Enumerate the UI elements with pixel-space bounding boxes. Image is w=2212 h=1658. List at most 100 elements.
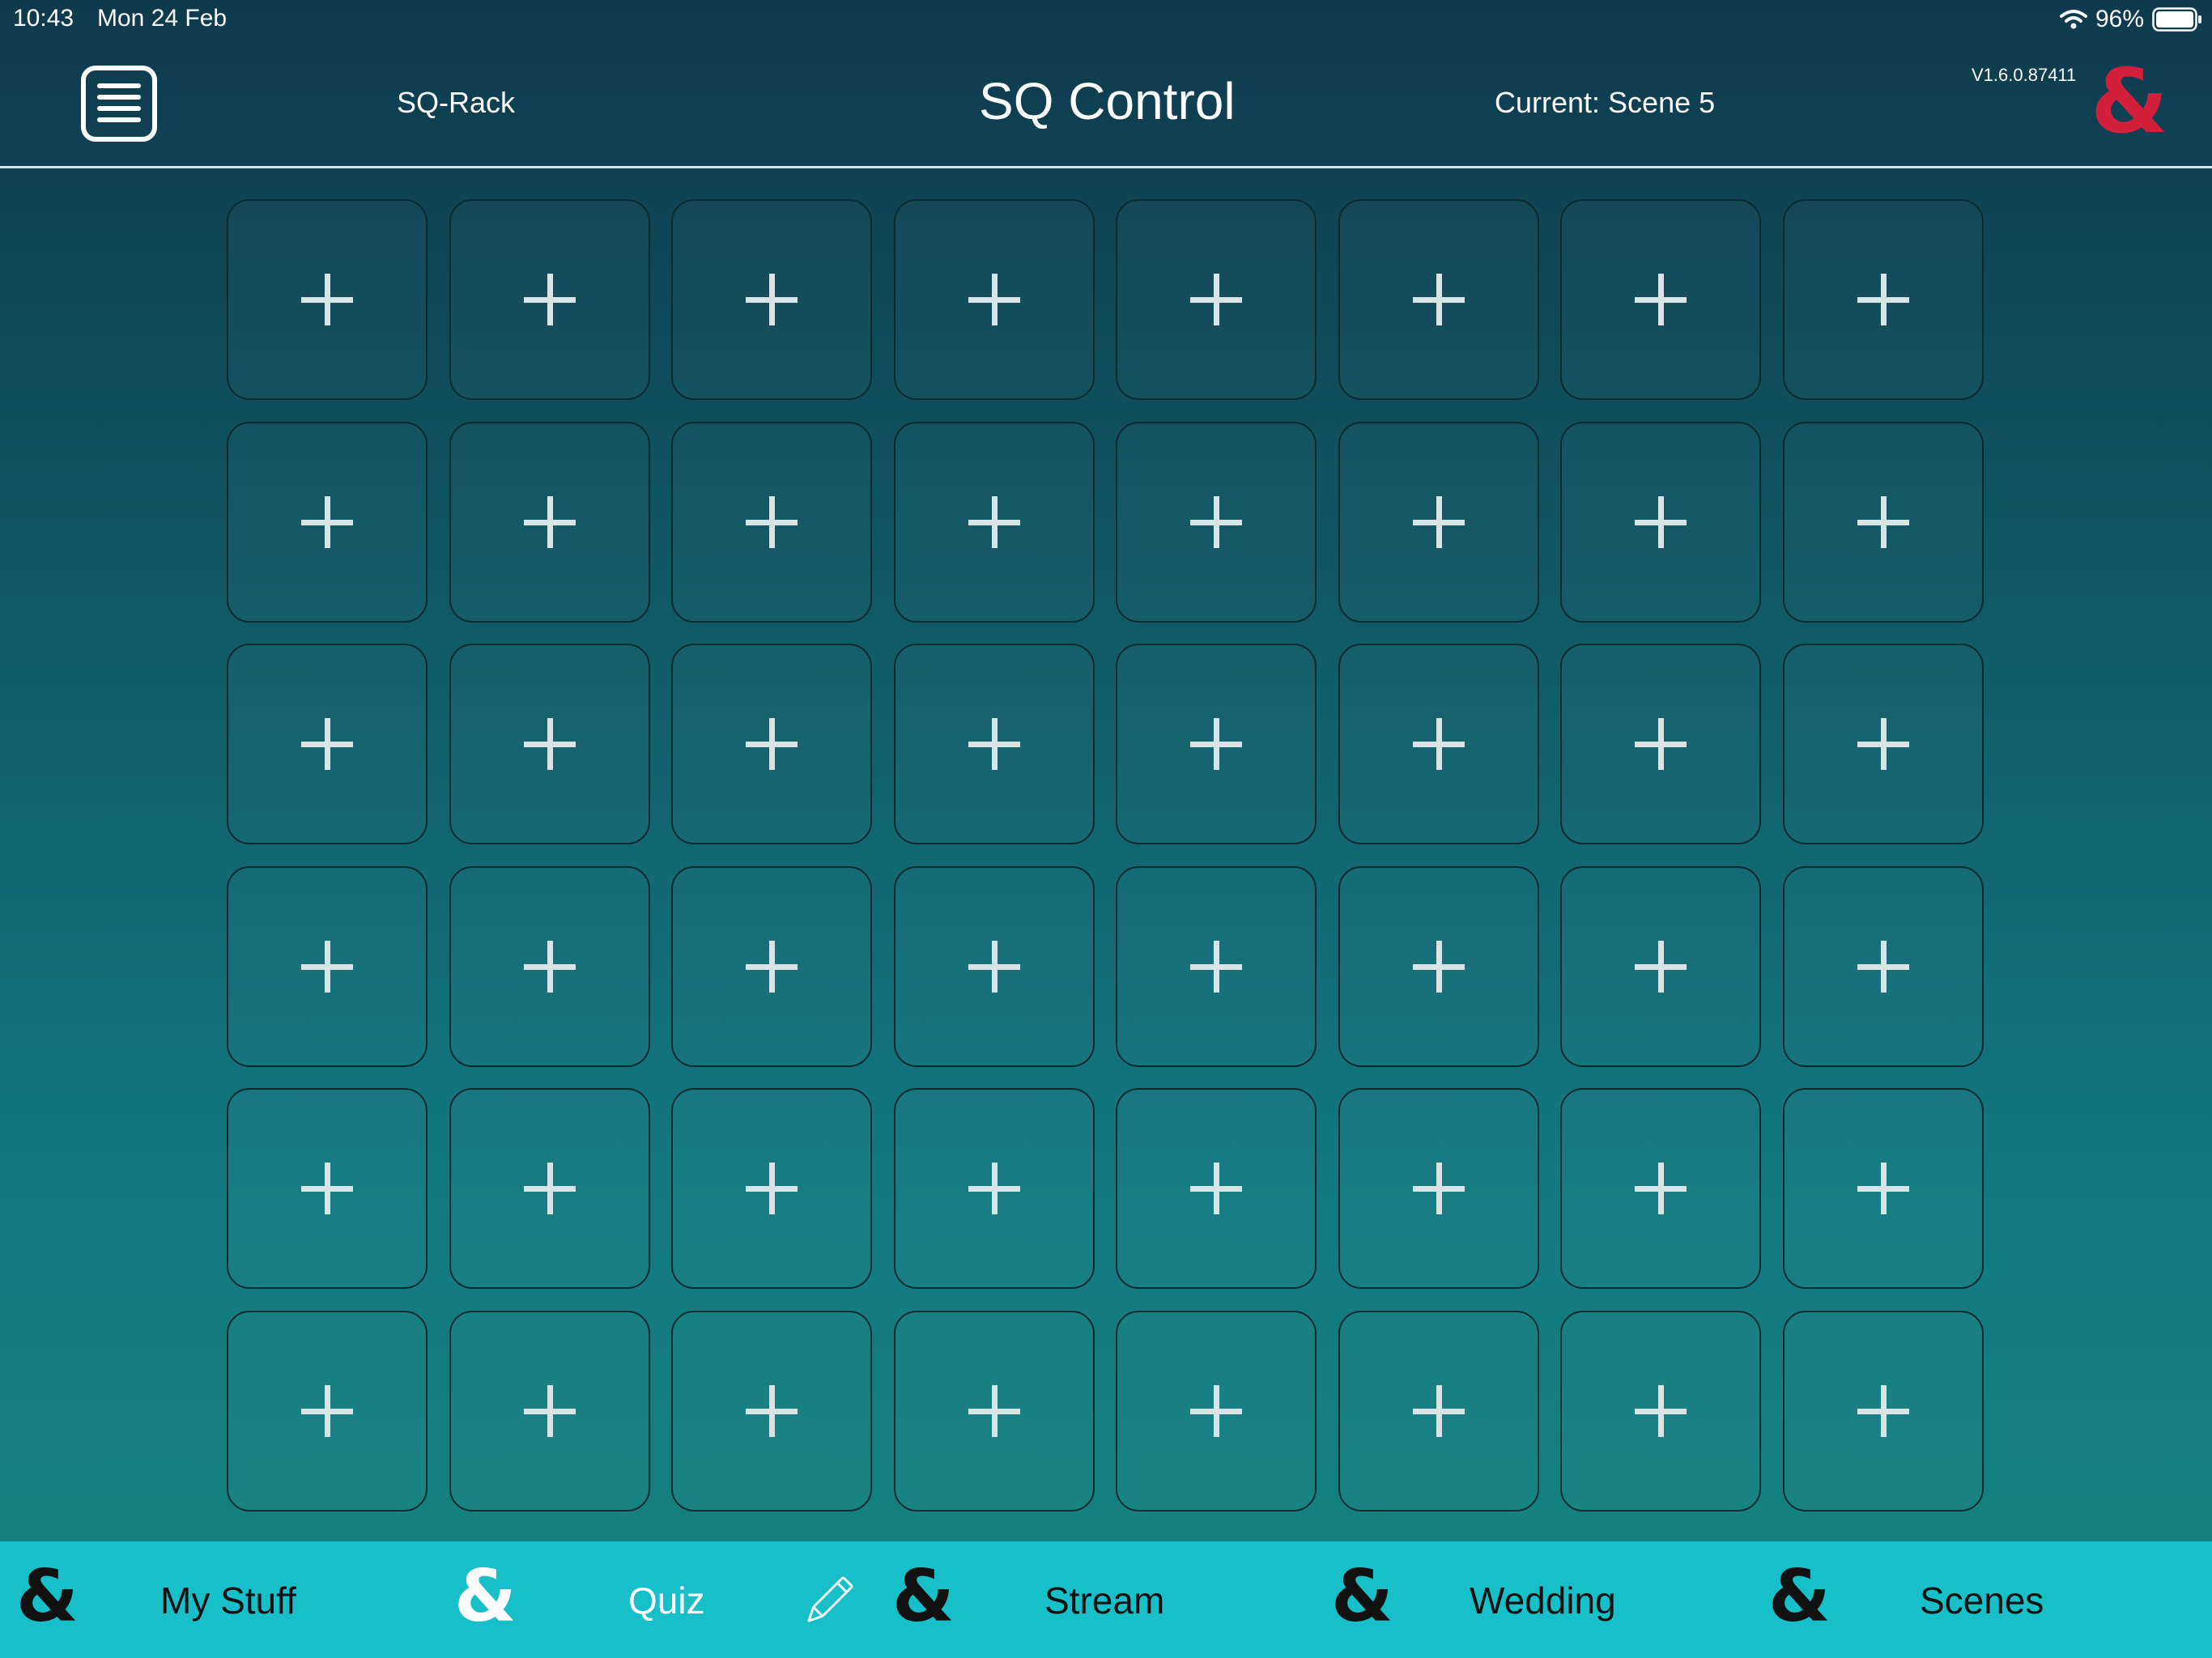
add-button-slot[interactable] (671, 1310, 872, 1511)
add-button-slot[interactable] (1560, 199, 1761, 400)
version-label: V1.6.0.87411 (1972, 65, 2077, 85)
add-button-slot[interactable] (449, 644, 650, 844)
add-button-slot[interactable] (1782, 1088, 1984, 1289)
add-button-slot[interactable] (1338, 1310, 1539, 1511)
add-button-slot[interactable] (227, 644, 428, 844)
add-button-slot[interactable] (1560, 1088, 1761, 1289)
tab-stream[interactable]: Stream (1044, 1579, 1164, 1622)
add-button-slot[interactable] (1782, 421, 1984, 623)
add-button-slot[interactable] (227, 421, 428, 623)
add-button-slot[interactable] (1782, 644, 1984, 844)
device-name[interactable]: SQ-Rack (397, 86, 515, 120)
add-button-slot[interactable] (1560, 865, 1761, 1067)
plus-icon (1190, 718, 1242, 770)
tab-my-stuff[interactable]: My Stuff (160, 1579, 296, 1622)
plus-icon (1412, 718, 1465, 770)
wifi-icon (2059, 9, 2087, 30)
add-button-slot[interactable] (1560, 644, 1761, 844)
plus-icon (1635, 495, 1687, 548)
add-button-slot[interactable] (449, 1310, 650, 1511)
plus-icon (301, 940, 353, 993)
add-button-slot[interactable] (1116, 865, 1317, 1067)
add-button-slot[interactable] (671, 865, 872, 1067)
add-button-slot[interactable] (227, 199, 428, 400)
add-button-slot[interactable] (1116, 1310, 1317, 1511)
plus-icon (1635, 718, 1687, 770)
status-bar: 10:43 Mon 24 Feb 96% (0, 0, 2212, 40)
add-button-slot[interactable] (1116, 1088, 1317, 1289)
plus-icon (968, 495, 1020, 548)
add-button-slot[interactable] (1338, 865, 1539, 1067)
add-button-slot[interactable] (449, 199, 650, 400)
tab-logo-stream[interactable]: & (892, 1561, 955, 1632)
add-button-slot[interactable] (449, 421, 650, 623)
plus-icon (1412, 940, 1465, 993)
add-button-slot[interactable] (227, 865, 428, 1067)
plus-icon (523, 718, 576, 770)
add-button-slot[interactable] (1116, 421, 1317, 623)
add-button-slot[interactable] (893, 1310, 1095, 1511)
add-button-slot[interactable] (893, 644, 1095, 844)
plus-icon (1857, 940, 1909, 993)
add-button-slot[interactable] (227, 1088, 428, 1289)
add-button-slot[interactable] (671, 1088, 872, 1289)
current-scene-label: Current: Scene 5 (1495, 86, 1716, 119)
add-button-slot[interactable] (1560, 421, 1761, 623)
page-title: SQ Control (979, 72, 1236, 130)
add-button-slot[interactable] (671, 644, 872, 844)
tab-scenes[interactable]: Scenes (1920, 1579, 2044, 1622)
plus-icon (1857, 1163, 1909, 1214)
add-button-slot[interactable] (449, 865, 650, 1067)
add-button-slot[interactable] (1116, 199, 1317, 400)
add-button-slot[interactable] (1338, 199, 1539, 400)
plus-icon (1635, 1384, 1687, 1437)
tab-logo-my-stuff[interactable]: & (16, 1561, 79, 1632)
add-button-slot[interactable] (1338, 1088, 1539, 1289)
add-button-slot[interactable] (893, 1088, 1095, 1289)
plus-icon (968, 940, 1020, 993)
tab-logo-quiz[interactable]: & (454, 1561, 517, 1632)
plus-icon (746, 718, 798, 770)
tab-logo-wedding[interactable]: & (1331, 1561, 1393, 1632)
plus-icon (968, 274, 1020, 325)
add-button-slot[interactable] (1782, 1310, 1984, 1511)
add-button-slot[interactable] (671, 199, 872, 400)
plus-icon (301, 1163, 353, 1214)
plus-icon (746, 1163, 798, 1214)
plus-icon (1412, 495, 1465, 548)
plus-icon (1190, 274, 1242, 325)
add-button-slot[interactable] (1782, 199, 1984, 400)
plus-icon (1635, 274, 1687, 325)
app-header: SQ-Rack SQ Control Current: Scene 5 V1.6… (0, 40, 2212, 168)
add-button-slot[interactable] (227, 1310, 428, 1511)
plus-icon (523, 1384, 576, 1437)
add-button-slot[interactable] (1338, 421, 1539, 623)
add-button-slot[interactable] (1338, 644, 1539, 844)
add-button-slot[interactable] (1116, 644, 1317, 844)
tab-wedding[interactable]: Wedding (1470, 1579, 1616, 1622)
plus-icon (1412, 1163, 1465, 1214)
plus-icon (746, 1384, 798, 1437)
add-button-slot[interactable] (671, 421, 872, 623)
brand-logo: & (2091, 49, 2168, 153)
tab-logo-scenes[interactable]: & (1768, 1561, 1831, 1632)
plus-icon (523, 1163, 576, 1214)
add-button-slot[interactable] (1560, 1310, 1761, 1511)
menu-button[interactable] (81, 66, 157, 142)
plus-icon (746, 940, 798, 993)
add-button-slot[interactable] (893, 199, 1095, 400)
plus-icon (523, 274, 576, 325)
add-button-slot[interactable] (1782, 865, 1984, 1067)
battery-icon (2152, 7, 2202, 32)
plus-icon (301, 718, 353, 770)
status-indicators: 96% (2059, 5, 2202, 34)
battery-percentage: 96% (2095, 6, 2144, 32)
plus-icon (523, 940, 576, 993)
add-button-slot[interactable] (893, 421, 1095, 623)
add-button-slot[interactable] (893, 865, 1095, 1067)
tab-quiz[interactable]: Quiz (628, 1579, 705, 1622)
plus-icon (1190, 495, 1242, 548)
add-button-slot[interactable] (449, 1088, 650, 1289)
pencil-icon[interactable] (798, 1571, 859, 1636)
plus-icon (301, 1384, 353, 1437)
